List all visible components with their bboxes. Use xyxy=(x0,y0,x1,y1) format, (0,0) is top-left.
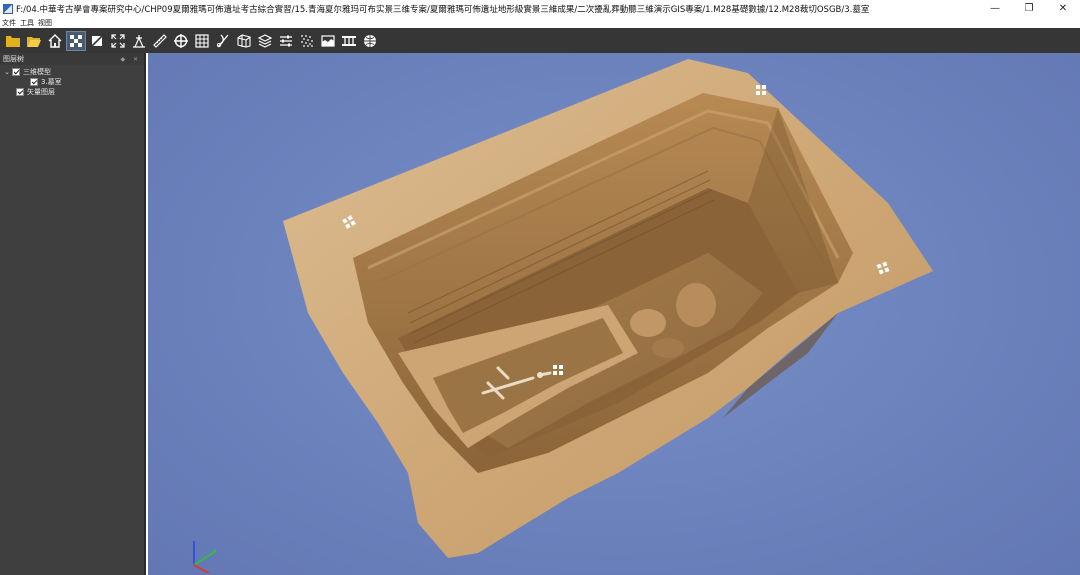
layer-panel: 图层树 ◆ ✕ ⌄ 三维模型 3.墓室 矢量图层 xyxy=(0,53,146,575)
elevation-button[interactable] xyxy=(339,31,359,51)
tree-item-label: 3.墓室 xyxy=(41,78,62,86)
area-measure-icon xyxy=(195,33,209,48)
open-folder-icon xyxy=(6,35,20,47)
panel-dock-controls[interactable]: ◆ ✕ xyxy=(120,56,141,63)
distance-measure-button[interactable] xyxy=(150,31,170,51)
menu-tools[interactable]: 工具 xyxy=(20,18,34,28)
open-folder-button[interactable] xyxy=(3,31,23,51)
clip-icon xyxy=(216,34,229,47)
clip-button[interactable] xyxy=(213,31,233,51)
restore-button[interactable]: ❐ xyxy=(1012,0,1046,17)
area-measure-button[interactable] xyxy=(192,31,212,51)
layer-checkbox[interactable] xyxy=(30,78,38,86)
profile-icon xyxy=(321,34,335,47)
pottery-remains xyxy=(630,309,666,337)
layer-panel-title: 图层树 xyxy=(3,55,24,63)
profile-button[interactable] xyxy=(318,31,338,51)
tree-item-vector-layers[interactable]: 矢量图层 xyxy=(0,87,144,97)
globe-icon xyxy=(364,34,376,47)
wireframe-icon xyxy=(91,34,103,47)
marker-top-right[interactable] xyxy=(756,85,766,95)
volume-button[interactable] xyxy=(234,31,254,51)
close-button[interactable]: ✕ xyxy=(1046,0,1080,17)
texture-toggle-icon xyxy=(70,34,82,47)
tomb-3d-model[interactable] xyxy=(148,53,1080,575)
axis-gizmo xyxy=(193,541,217,573)
volume-icon xyxy=(237,33,251,48)
globe-button[interactable] xyxy=(360,31,380,51)
window-controls: — ❐ ✕ xyxy=(978,0,1080,17)
app-icon xyxy=(3,3,13,14)
texture-toggle-button[interactable] xyxy=(66,30,86,51)
toolbar xyxy=(0,28,1080,53)
layer-checkbox[interactable] xyxy=(16,88,24,96)
settings-sliders-icon xyxy=(280,35,292,46)
layer-checkbox[interactable] xyxy=(12,68,20,76)
fullscreen-icon xyxy=(111,33,125,48)
title-bar: F:/04.中華考古學會專案研究中心/CHP09夏爾雅瑪可佈遺址考古綜合實習/1… xyxy=(0,0,1080,17)
window-title: F:/04.中華考古學會專案研究中心/CHP09夏爾雅瑪可佈遺址考古綜合實習/1… xyxy=(16,4,870,15)
menu-view[interactable]: 视图 xyxy=(38,18,52,28)
marker-coffin[interactable] xyxy=(553,365,563,375)
point-cloud-icon xyxy=(301,34,313,47)
height-measure-button[interactable] xyxy=(129,31,149,51)
coordinate-pick-button[interactable] xyxy=(171,31,191,51)
tree-item-3d-models[interactable]: ⌄ 三维模型 xyxy=(0,67,144,77)
point-cloud-button[interactable] xyxy=(297,31,317,51)
settings-sliders-button[interactable] xyxy=(276,31,296,51)
3d-viewport[interactable] xyxy=(148,53,1080,575)
tree-item-label: 矢量图层 xyxy=(27,88,55,96)
minimize-button[interactable]: — xyxy=(978,0,1012,17)
distance-measure-icon xyxy=(153,33,167,48)
coordinate-pick-icon xyxy=(174,33,188,48)
fullscreen-button[interactable] xyxy=(108,31,128,51)
tree-item-tomb-chamber[interactable]: 3.墓室 xyxy=(0,77,144,87)
chevron-down-icon[interactable]: ⌄ xyxy=(2,68,12,76)
layer-tree: ⌄ 三维模型 3.墓室 矢量图层 xyxy=(0,65,144,97)
open-file-icon xyxy=(27,36,41,47)
elevation-icon xyxy=(342,35,356,46)
tree-item-label: 三维模型 xyxy=(23,68,51,76)
layers-icon xyxy=(257,33,273,48)
wireframe-button[interactable] xyxy=(87,31,107,51)
home-button[interactable] xyxy=(45,31,65,51)
layers-button[interactable] xyxy=(255,31,275,51)
height-measure-icon xyxy=(133,34,145,48)
menu-file[interactable]: 文件 xyxy=(2,18,16,28)
home-icon xyxy=(48,33,62,48)
layer-panel-header: 图层树 ◆ ✕ xyxy=(0,53,144,65)
menu-bar: 文件 工具 视图 xyxy=(0,17,1080,28)
open-file-button[interactable] xyxy=(24,31,44,51)
